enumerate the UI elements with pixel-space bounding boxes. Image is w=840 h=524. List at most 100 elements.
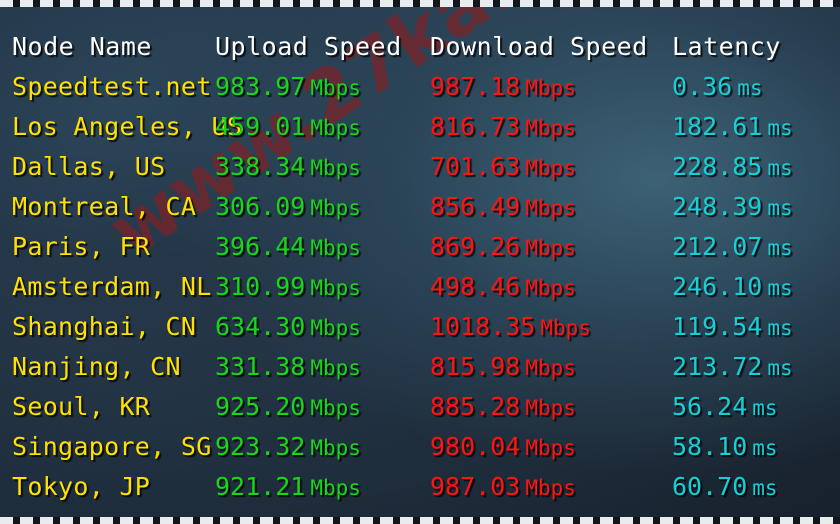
table-row: Tokyo, JP 921.21 Mbps 987.03 Mbps 60.70 ms	[0, 466, 840, 506]
cell-upload-speed: 921.21 Mbps	[215, 472, 361, 501]
cell-upload-speed-unit: Mbps	[310, 355, 361, 380]
cell-download-speed-value: 980.04	[430, 431, 521, 461]
table-row: Speedtest.net 983.97 Mbps 987.18 Mbps 0.36 ms	[0, 66, 840, 106]
cell-node-name: Montreal, CA	[12, 191, 197, 221]
cell-upload-speed-value: 634.30	[215, 311, 306, 341]
cell-upload-speed-unit: Mbps	[310, 395, 361, 420]
cell-upload-speed-value: 921.21	[215, 471, 306, 501]
cell-upload-speed-unit: Mbps	[310, 275, 361, 300]
table-row: Amsterdam, NL 310.99 Mbps 498.46 Mbps 246.10 m…	[0, 266, 840, 306]
cell-latency-unit: ms	[752, 435, 778, 460]
cell-latency-value: 248.39	[672, 191, 763, 221]
cell-download-speed-unit: Mbps	[525, 475, 576, 500]
cell-upload-speed-value: 923.32	[215, 431, 306, 461]
cell-upload-speed-value: 459.01	[215, 111, 306, 141]
cell-download-speed: 980.04 Mbps	[430, 432, 576, 461]
cell-download-speed: 869.26 Mbps	[430, 232, 576, 261]
cell-upload-speed-unit: Mbps	[310, 435, 361, 460]
cell-latency-unit: ms	[767, 355, 793, 380]
table-row: Nanjing, CN 331.38 Mbps 815.98 Mbps 213.72 ms	[0, 346, 840, 386]
cell-node-name: Amsterdam, NL	[12, 271, 212, 301]
cell-node-name: Tokyo, JP	[12, 471, 151, 501]
table-header-row: Node Name Upload Speed Download Speed La…	[0, 26, 840, 66]
cell-upload-speed-unit: Mbps	[310, 155, 361, 180]
cell-download-speed-value: 987.18	[430, 71, 521, 101]
column-header-upload-speed: Upload Speed	[215, 31, 402, 61]
cell-latency-unit: ms	[752, 395, 778, 420]
cell-download-speed: 856.49 Mbps	[430, 192, 576, 221]
cell-latency-value: 56.24	[672, 391, 748, 421]
cell-latency-unit: ms	[767, 275, 793, 300]
cell-node-name: Paris, FR	[12, 231, 151, 261]
cell-latency-unit: ms	[767, 195, 793, 220]
cell-upload-speed: 634.30 Mbps	[215, 312, 361, 341]
cell-latency-value: 228.85	[672, 151, 763, 181]
table-row: Seoul, KR 925.20 Mbps 885.28 Mbps 56.24 ms	[0, 386, 840, 426]
cell-download-speed-value: 815.98	[430, 351, 521, 381]
cell-latency: 58.10 ms	[672, 432, 778, 461]
cell-download-speed: 815.98 Mbps	[430, 352, 576, 381]
table-row: Paris, FR 396.44 Mbps 869.26 Mbps 212.07 ms	[0, 226, 840, 266]
cell-upload-speed-value: 310.99	[215, 271, 306, 301]
cell-download-speed: 987.03 Mbps	[430, 472, 576, 501]
column-header-node-name: Node Name	[12, 31, 152, 61]
cell-download-speed: 498.46 Mbps	[430, 272, 576, 301]
table-row: Shanghai, CN 634.30 Mbps 1018.35 Mbps 119.54 m…	[0, 306, 840, 346]
cell-upload-speed: 306.09 Mbps	[215, 192, 361, 221]
cell-download-speed-value: 885.28	[430, 391, 521, 421]
cell-latency: 213.72 ms	[672, 352, 793, 381]
cell-download-speed-value: 816.73	[430, 111, 521, 141]
cell-upload-speed-unit: Mbps	[310, 195, 361, 220]
cell-latency-value: 213.72	[672, 351, 763, 381]
cell-download-speed-unit: Mbps	[525, 355, 576, 380]
cell-download-speed-value: 498.46	[430, 271, 521, 301]
cell-node-name: Shanghai, CN	[12, 311, 197, 341]
cell-upload-speed-value: 331.38	[215, 351, 306, 381]
cell-latency: 60.70 ms	[672, 472, 778, 501]
cell-latency: 0.36 ms	[672, 72, 763, 101]
column-header-latency: Latency	[672, 31, 781, 61]
cell-node-name: Speedtest.net	[12, 71, 212, 101]
cell-upload-speed-unit: Mbps	[310, 115, 361, 140]
speedtest-results-table: Node Name Upload Speed Download Speed La…	[0, 0, 840, 524]
cell-latency-value: 60.70	[672, 471, 748, 501]
table-row: Los Angeles, US 459.01 Mbps 816.73 Mbps 182.6…	[0, 106, 840, 146]
cell-download-speed-unit: Mbps	[525, 75, 576, 100]
cell-upload-speed: 310.99 Mbps	[215, 272, 361, 301]
cell-node-name: Dallas, US	[12, 151, 166, 181]
cell-upload-speed: 923.32 Mbps	[215, 432, 361, 461]
cell-upload-speed-unit: Mbps	[310, 475, 361, 500]
dashed-border-top	[0, 0, 840, 7]
cell-latency-value: 182.61	[672, 111, 763, 141]
cell-download-speed: 701.63 Mbps	[430, 152, 576, 181]
cell-download-speed-value: 987.03	[430, 471, 521, 501]
cell-upload-speed: 338.34 Mbps	[215, 152, 361, 181]
cell-node-name: Nanjing, CN	[12, 351, 181, 381]
cell-download-speed-unit: Mbps	[525, 395, 576, 420]
cell-upload-speed-unit: Mbps	[310, 235, 361, 260]
cell-download-speed-value: 701.63	[430, 151, 521, 181]
cell-latency-unit: ms	[767, 235, 793, 260]
cell-upload-speed: 459.01 Mbps	[215, 112, 361, 141]
cell-node-name: Seoul, KR	[12, 391, 151, 421]
cell-latency: 246.10 ms	[672, 272, 793, 301]
cell-download-speed-value: 856.49	[430, 191, 521, 221]
cell-download-speed-unit: Mbps	[525, 435, 576, 460]
cell-download-speed-unit: Mbps	[525, 155, 576, 180]
speedtest-result-card: www.27ka.cn Node Name Upload Speed Downl…	[0, 0, 840, 524]
dashed-border-bottom	[0, 517, 840, 524]
cell-latency-value: 119.54	[672, 311, 763, 341]
cell-upload-speed: 983.97 Mbps	[215, 72, 361, 101]
cell-download-speed-value: 1018.35	[430, 311, 536, 341]
cell-node-name: Singapore, SG	[12, 431, 212, 461]
cell-upload-speed-unit: Mbps	[310, 315, 361, 340]
table-row: Dallas, US 338.34 Mbps 701.63 Mbps 228.85 ms	[0, 146, 840, 186]
cell-upload-speed-value: 983.97	[215, 71, 306, 101]
cell-latency: 182.61 ms	[672, 112, 793, 141]
cell-latency-value: 212.07	[672, 231, 763, 261]
cell-upload-speed-unit: Mbps	[310, 75, 361, 100]
cell-latency: 119.54 ms	[672, 312, 793, 341]
cell-latency: 248.39 ms	[672, 192, 793, 221]
cell-latency-unit: ms	[767, 155, 793, 180]
cell-latency-unit: ms	[767, 115, 793, 140]
